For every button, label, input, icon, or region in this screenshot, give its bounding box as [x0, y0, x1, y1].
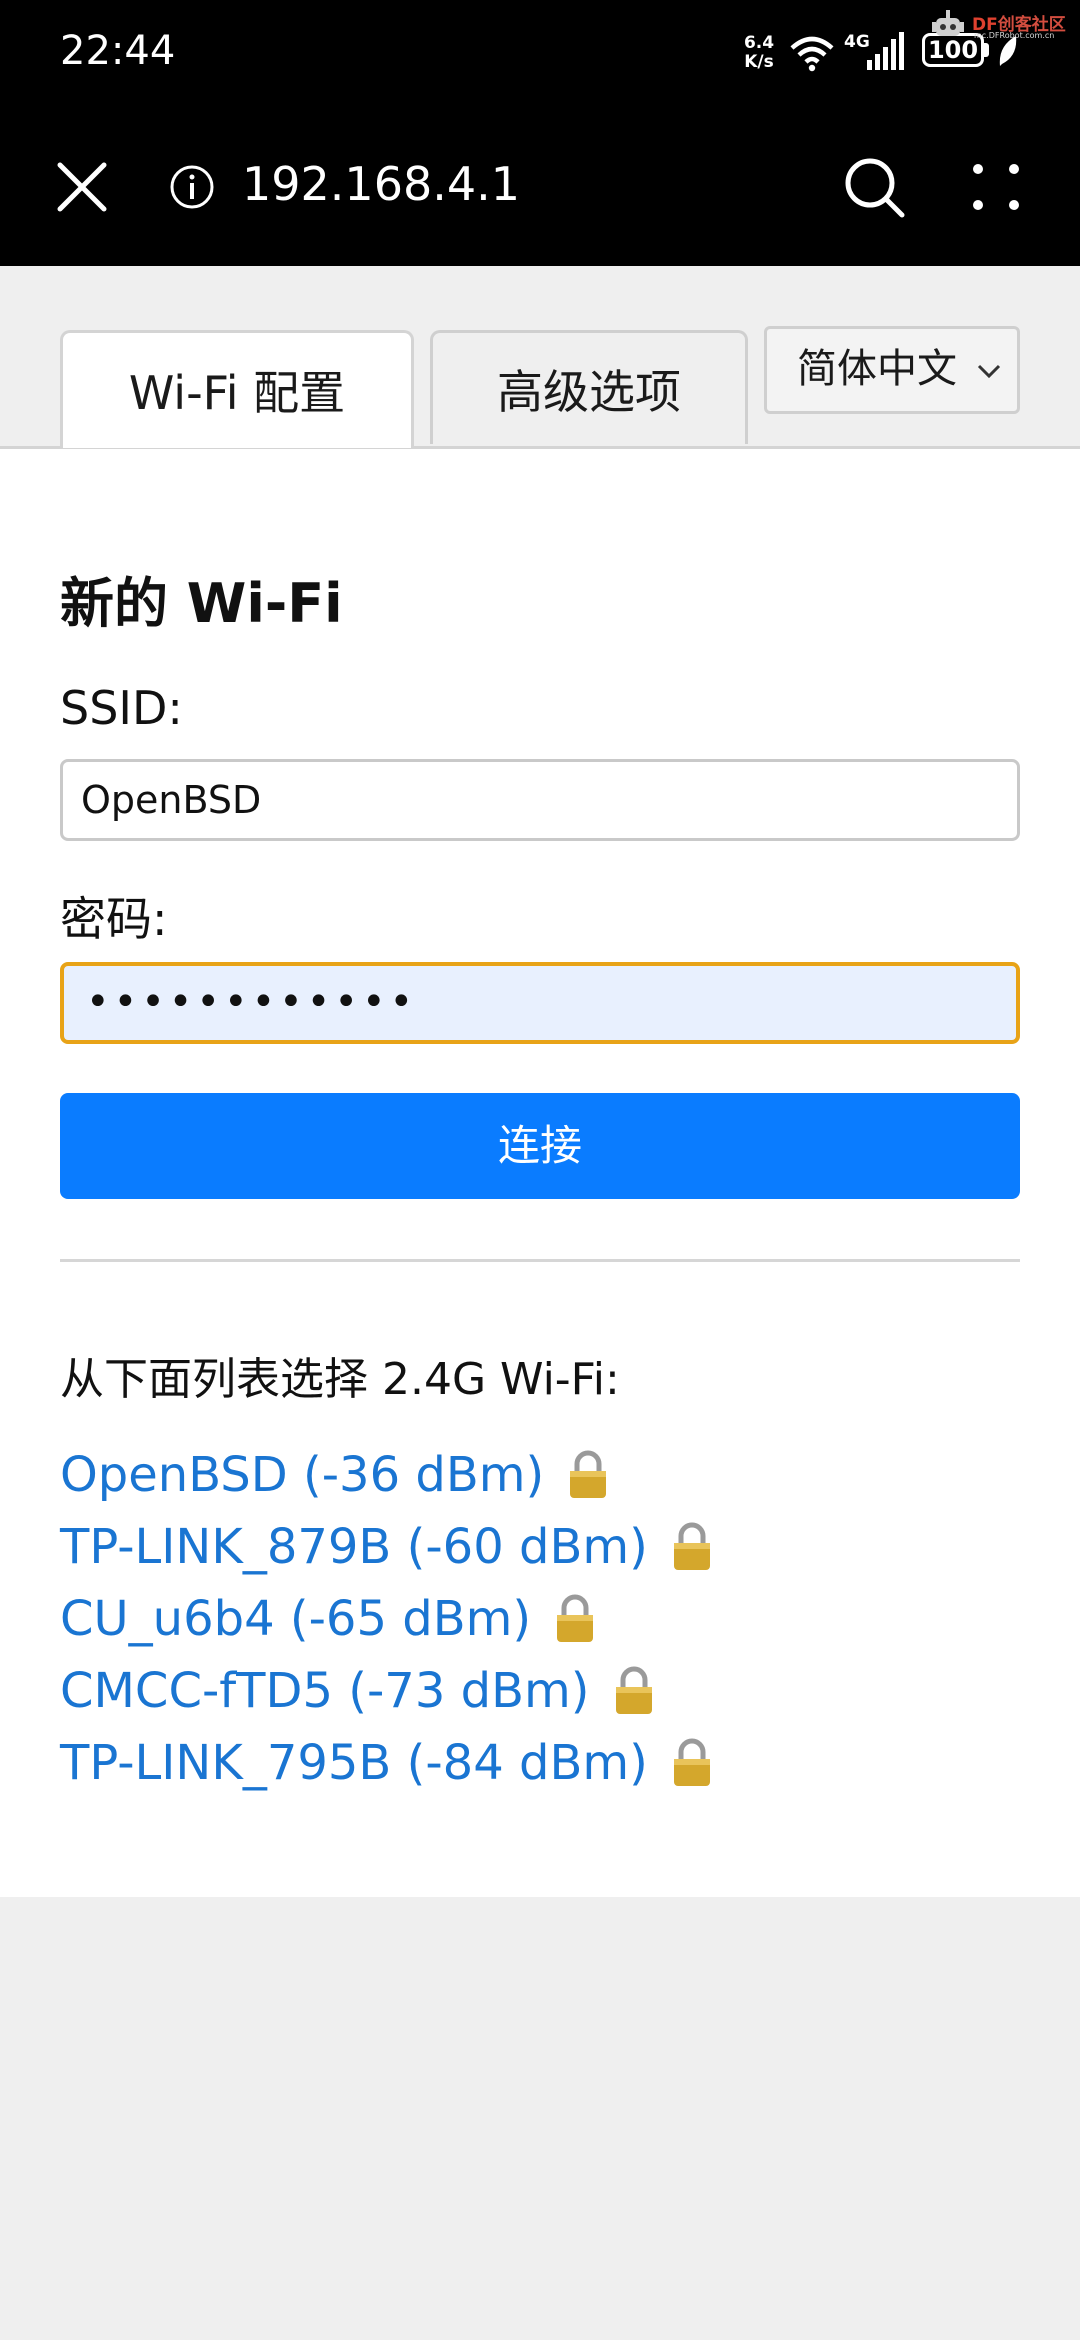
page: Wi-Fi 配置 高级选项 简体中文 新的 Wi-Fi SSID: OpenBS… — [0, 266, 1080, 2340]
robot-logo-icon — [932, 10, 964, 36]
password-label: 密码: — [60, 892, 168, 946]
network-item[interactable]: CU_u6b4 (-65 dBm) — [60, 1583, 714, 1655]
more-vertical-icon[interactable] — [966, 157, 1026, 217]
network-name[interactable]: CU_u6b4 (-65 dBm) — [60, 1591, 531, 1647]
watermark-domain: mc.DFRobot.com.cn — [974, 31, 1055, 40]
network-item[interactable]: TP-LINK_795B (-84 dBm) — [60, 1727, 714, 1799]
tab-wifi-config[interactable]: Wi-Fi 配置 — [60, 330, 414, 448]
lock-icon — [557, 1594, 594, 1642]
network-name[interactable]: TP-LINK_795B (-84 dBm) — [60, 1735, 648, 1791]
status-bar: 22:44 6.4 K/s 4G 100 DF创客社区 mc.DFRobot.c… — [0, 0, 1080, 105]
browser-toolbar: 192.168.4.1 — [0, 105, 1080, 266]
tab-advanced[interactable]: 高级选项 — [430, 330, 748, 444]
watermark: DF创客社区 mc.DFRobot.com.cn — [928, 6, 1076, 46]
close-icon[interactable] — [52, 157, 112, 217]
network-list: OpenBSD (-36 dBm) TP-LINK_879B (-60 dBm)… — [60, 1439, 714, 1799]
language-select[interactable]: 简体中文 — [764, 326, 1020, 414]
divider — [60, 1259, 1020, 1262]
connect-button[interactable]: 连接 — [60, 1093, 1020, 1199]
network-speed-unit: K/s — [744, 52, 774, 72]
lock-icon — [673, 1738, 710, 1786]
language-select-value: 简体中文 — [797, 346, 957, 392]
network-item[interactable]: OpenBSD (-36 dBm) — [60, 1439, 714, 1511]
form-title: 新的 Wi-Fi — [60, 572, 343, 635]
signal-icon — [867, 32, 904, 70]
network-speed: 6.4 K/s — [741, 34, 777, 72]
lock-icon — [570, 1450, 607, 1498]
network-item[interactable]: TP-LINK_879B (-60 dBm) — [60, 1511, 714, 1583]
search-icon[interactable] — [840, 153, 910, 223]
network-item[interactable]: CMCC-fTD5 (-73 dBm) — [60, 1655, 714, 1727]
network-name[interactable]: CMCC-fTD5 (-73 dBm) — [60, 1663, 590, 1719]
wifi-config-panel: 新的 Wi-Fi SSID: OpenBSD 密码: •••••••••••• … — [0, 449, 1080, 1897]
network-speed-value: 6.4 — [743, 33, 775, 53]
info-icon[interactable] — [168, 163, 216, 211]
address-bar-url[interactable]: 192.168.4.1 — [242, 157, 520, 211]
ssid-input[interactable]: OpenBSD — [60, 759, 1020, 841]
password-input[interactable]: •••••••••••• — [60, 962, 1020, 1044]
status-time: 22:44 — [60, 28, 176, 74]
wifi-icon — [790, 36, 834, 72]
network-name[interactable]: TP-LINK_879B (-60 dBm) — [60, 1519, 648, 1575]
chevron-down-icon — [977, 364, 1001, 379]
network-name[interactable]: OpenBSD (-36 dBm) — [60, 1447, 544, 1503]
network-list-label: 从下面列表选择 2.4G Wi-Fi: — [60, 1354, 620, 1405]
ssid-label: SSID: — [60, 681, 183, 735]
lock-icon — [673, 1522, 710, 1570]
lock-icon — [615, 1666, 652, 1714]
